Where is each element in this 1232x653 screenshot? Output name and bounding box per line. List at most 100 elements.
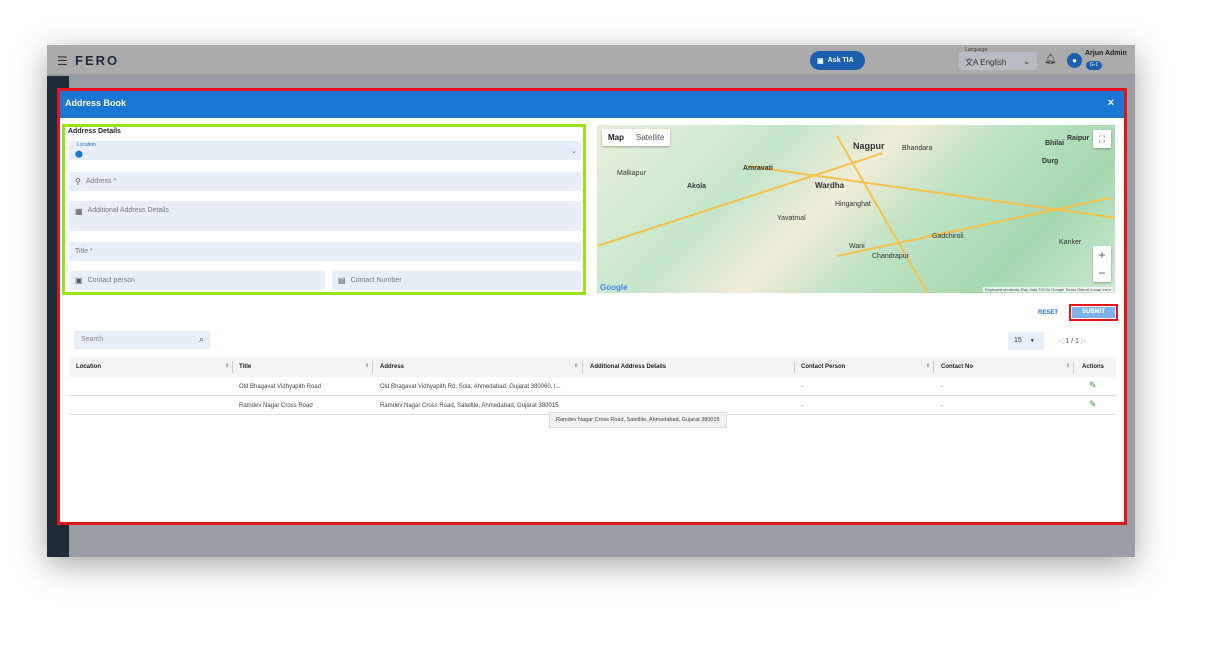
language-select[interactable]: Language 文A English ⌄: [959, 47, 1037, 70]
address-table: Location ⇕ Title ⇕ Address ⇕ Additional …: [69, 357, 1116, 415]
column-header[interactable]: Title: [239, 364, 251, 370]
edit-icon[interactable]: ✎: [1089, 380, 1097, 391]
cell-address: Ramdev Nagar Cross Road, Satellite, Ahme…: [380, 403, 559, 409]
additional-address-input[interactable]: ▦ Additional Address Details: [69, 201, 581, 231]
map-label: Durg: [1042, 158, 1059, 165]
edit-icon[interactable]: ✎: [1089, 399, 1097, 410]
map-label: Chandrapur: [872, 253, 909, 260]
satellite-tab[interactable]: Satellite: [630, 129, 670, 146]
column-header: Actions: [1082, 364, 1105, 370]
title-input[interactable]: Title *: [69, 242, 581, 261]
next-page-icon[interactable]: ▷: [1081, 338, 1086, 345]
fullscreen-icon[interactable]: ⛶: [1093, 130, 1111, 148]
address-input[interactable]: ⚲ Address *: [69, 172, 581, 191]
pagination: ◁ 1 / 1 ▷: [1058, 338, 1087, 345]
location-label: Location: [77, 142, 96, 148]
map-attribution[interactable]: Keyboard shortcuts Map data ©2024 Google…: [982, 287, 1113, 292]
divider: [1073, 361, 1074, 373]
map-label: Amravati: [743, 165, 773, 172]
divider: [582, 361, 583, 373]
zoom-out-button[interactable]: −: [1093, 264, 1111, 282]
cell-contact-person: -: [801, 403, 803, 409]
cell-title: Ramdev Nagar Cross Road: [239, 403, 313, 409]
address-details-form: Address Details Location ⬤ ⌄ ⚲ Address * …: [62, 124, 586, 295]
cell-title: Old Bhagavat Vidhyapith Road: [239, 384, 321, 390]
map-road: [597, 152, 883, 247]
divider: [232, 361, 233, 373]
translate-icon: 文A: [965, 58, 981, 67]
map-road: [746, 165, 1115, 223]
chevron-down-icon: ⌄: [1023, 57, 1030, 66]
submit-button[interactable]: SUBMIT: [1072, 307, 1115, 318]
sort-icon[interactable]: ⇕: [225, 363, 229, 369]
location-pin-icon: ⚲: [75, 177, 81, 186]
map-label: Raipur: [1067, 135, 1090, 142]
divider: [933, 361, 934, 373]
map-type-toggle: Map Satellite: [602, 129, 671, 146]
table-row[interactable]: Old Bhagavat Vidhyapith Road Old Bhagava…: [69, 377, 1116, 396]
user-badge: G-1: [1086, 61, 1102, 70]
chat-icon: ▣: [817, 57, 824, 65]
contact-number-input[interactable]: ▤ Contact Number: [332, 271, 581, 290]
map[interactable]: Map Satellite Nagpur Amravati Akola Ward…: [597, 125, 1115, 293]
map-label: Bhilai: [1045, 140, 1065, 147]
sort-icon[interactable]: ⇕: [365, 363, 369, 369]
contact-icon: ▣: [75, 276, 83, 285]
submit-highlight: SUBMIT: [1069, 304, 1118, 321]
section-title: Address Details: [68, 128, 121, 135]
close-icon[interactable]: ×: [1108, 97, 1114, 109]
map-label: Wani: [849, 243, 865, 250]
search-input[interactable]: Search ⌕: [74, 331, 210, 349]
zoom-in-button[interactable]: +: [1093, 246, 1111, 264]
column-header[interactable]: Contact No: [941, 364, 973, 370]
user-name: Arjun Admin: [1085, 50, 1127, 57]
map-road: [836, 135, 938, 293]
address-tooltip: Ramdev Nagar Cross Road, Satellite, Ahme…: [549, 412, 727, 428]
map-label: Wardha: [815, 181, 845, 190]
google-logo: Google: [600, 283, 628, 292]
top-bar: ☰ FERO ▣ Ask TIA Language 文A English ⌄ 🔔︎ ●…: [47, 45, 1135, 75]
address-book-dialog: Address Book × Address Details Location …: [57, 88, 1127, 525]
sort-icon[interactable]: ⇕: [574, 363, 578, 369]
sort-icon[interactable]: ⇕: [926, 363, 930, 369]
contact-card-icon: ▤: [338, 276, 346, 285]
search-icon: ⌕: [198, 334, 204, 344]
column-header[interactable]: Contact Person: [801, 364, 845, 370]
location-pin-icon: ⬤: [75, 151, 83, 158]
divider: [794, 361, 795, 373]
map-label: Gadchiroli: [932, 233, 964, 240]
hamburger-menu-icon[interactable]: ☰: [57, 54, 68, 68]
map-label: Yavatmal: [777, 215, 806, 222]
caret-down-icon: ▼: [1029, 338, 1035, 344]
reset-button[interactable]: RESET: [1038, 310, 1058, 316]
map-label: Kanker: [1059, 239, 1082, 246]
column-header[interactable]: Additional Address Details: [590, 364, 666, 370]
column-header[interactable]: Address: [380, 364, 404, 370]
map-label: Hinganghat: [835, 201, 871, 208]
table-header: Location ⇕ Title ⇕ Address ⇕ Additional …: [69, 357, 1116, 377]
chevron-down-icon: ⌄: [571, 147, 577, 155]
location-select[interactable]: Location ⬤ ⌄: [69, 141, 581, 160]
divider: [372, 361, 373, 373]
column-header[interactable]: Location: [76, 364, 101, 370]
sort-icon[interactable]: ⇕: [1066, 363, 1070, 369]
dialog-header: Address Book ×: [60, 91, 1124, 118]
map-label: Nagpur: [853, 141, 885, 151]
map-tab[interactable]: Map: [602, 129, 630, 146]
map-label: Bhandara: [902, 145, 933, 152]
map-label: Malkapur: [617, 170, 646, 177]
dialog-title: Address Book: [65, 98, 127, 108]
language-label: Language: [965, 47, 988, 53]
cell-contact-person: -: [801, 384, 803, 390]
bell-icon[interactable]: 🔔︎: [1044, 54, 1057, 65]
page-size-select[interactable]: 15 ▼: [1008, 332, 1044, 350]
app-logo: FERO: [75, 53, 120, 68]
avatar[interactable]: ●: [1067, 53, 1082, 68]
ask-tia-button[interactable]: ▣ Ask TIA: [810, 51, 865, 70]
map-label: Akola: [687, 183, 707, 190]
contact-person-input[interactable]: ▣ Contact person: [69, 271, 325, 290]
cell-address: Old Bhagavat Vidhyapith Rd, Sola, Ahmeda…: [380, 384, 561, 390]
cell-contact-no: -: [941, 403, 943, 409]
building-icon: ▦: [75, 207, 83, 216]
cell-contact-no: -: [941, 384, 943, 390]
